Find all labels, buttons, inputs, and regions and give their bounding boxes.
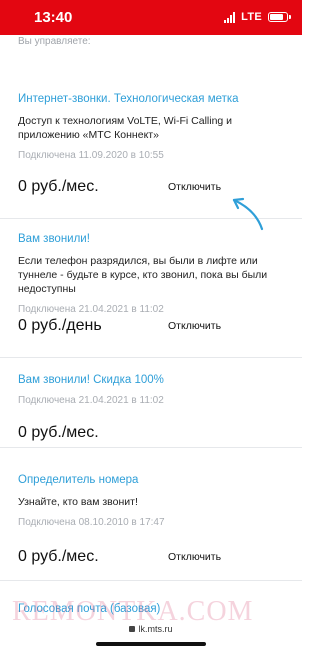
url-text: lk.mts.ru [138,624,173,634]
url-bar[interactable]: lk.mts.ru [0,624,302,638]
arrow-annotation-icon [232,197,264,231]
home-indicator[interactable] [96,642,206,646]
lock-icon [129,626,136,632]
